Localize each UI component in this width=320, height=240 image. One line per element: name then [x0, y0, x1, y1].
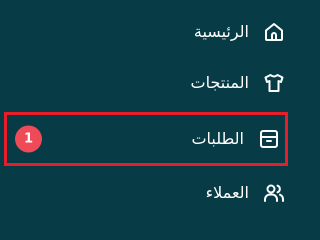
sidebar-item-label: الطلبات — [191, 129, 244, 148]
orders-count-badge: 1 — [15, 125, 42, 153]
sidebar-item-label: المنتجات — [190, 73, 250, 92]
sidebar-item-label: الرئيسية — [193, 22, 249, 41]
sidebar-nav: الرئيسية المنتجات الطلبات 1 العملاء — [0, 0, 294, 218]
home-icon — [262, 20, 286, 44]
sidebar-item-orders[interactable]: الطلبات 1 — [4, 112, 288, 166]
sidebar-item-customers[interactable]: العملاء — [0, 168, 294, 218]
users-icon — [262, 181, 286, 205]
sidebar-item-home[interactable]: الرئيسية — [0, 7, 294, 57]
shirt-icon — [262, 71, 286, 95]
sidebar-item-products[interactable]: المنتجات — [0, 58, 294, 108]
box-icon — [257, 127, 281, 151]
sidebar-item-label: العملاء — [205, 183, 249, 202]
